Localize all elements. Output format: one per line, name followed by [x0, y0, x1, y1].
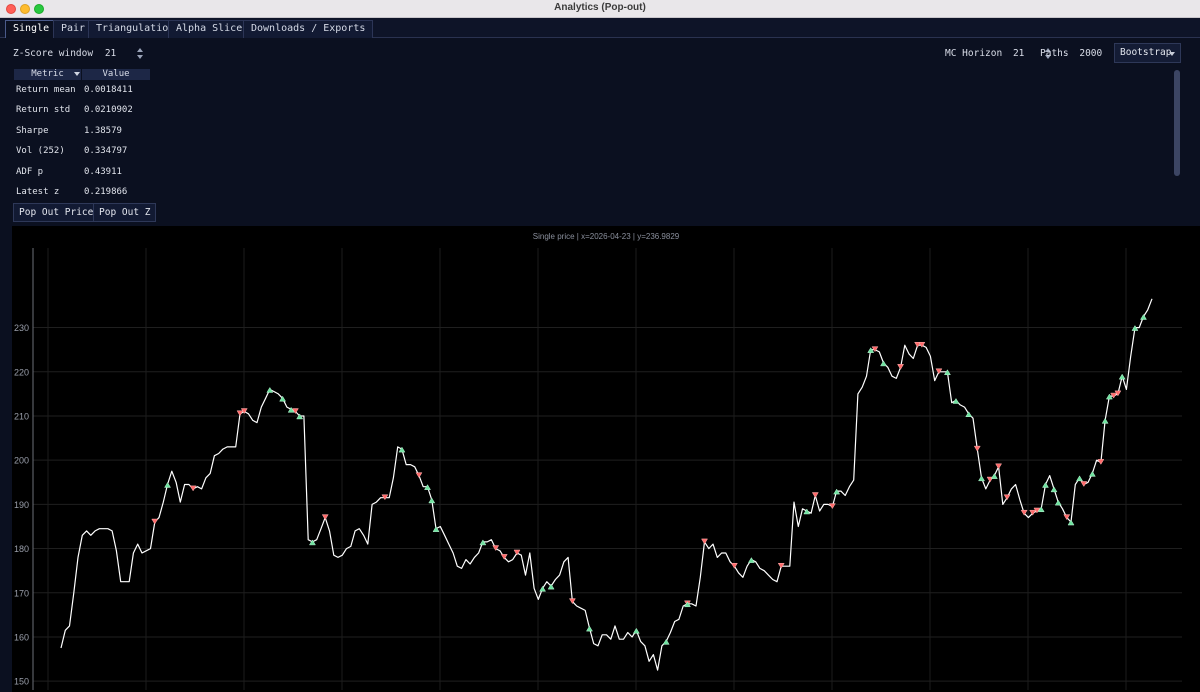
sell-signal-marker: [1003, 494, 1011, 501]
metric-value: 0.219866: [84, 187, 128, 197]
sell-signal-marker: [1063, 514, 1071, 521]
buy-signal-marker: [1088, 470, 1096, 477]
sell-signal-marker: [1020, 509, 1028, 516]
y-tick-label: 190: [14, 500, 29, 510]
metric-name: ADF p: [16, 167, 44, 177]
buy-signal-marker: [965, 411, 973, 417]
sell-signal-marker: [730, 562, 738, 569]
metric-name: Return std: [16, 105, 71, 115]
panel-scrollbar[interactable]: [1174, 70, 1180, 176]
buy-signal-marker: [539, 585, 547, 592]
value-column-header[interactable]: Value: [82, 69, 150, 80]
y-tick-label: 160: [14, 632, 29, 642]
sell-signal-marker: [897, 364, 905, 370]
metric-value: 0.0018411: [84, 85, 133, 95]
y-tick-label: 200: [14, 456, 29, 466]
buy-signal-marker: [880, 360, 887, 367]
paths-control: Paths 2000: [1040, 46, 1123, 62]
sell-signal-marker: [811, 492, 819, 499]
paths-input[interactable]: 2000: [1079, 48, 1102, 59]
sell-signal-marker: [321, 514, 329, 521]
metric-column-header[interactable]: Metric: [14, 69, 82, 80]
metric-value: 1.38579: [84, 126, 122, 136]
y-tick-label: 230: [14, 323, 29, 333]
buy-signal-marker: [428, 497, 436, 504]
buy-signal-marker: [164, 481, 171, 488]
mc-horizon-label: MC Horizon: [945, 48, 1003, 59]
sell-signal-marker: [973, 445, 981, 452]
pop-out-z-button[interactable]: Pop Out Z: [93, 203, 157, 222]
price-chart-plot[interactable]: 150 160 170 180 190 200 210 220 230: [12, 226, 1200, 692]
buy-signal-marker: [586, 625, 593, 632]
buy-signal-marker: [547, 583, 555, 590]
buy-signal-marker: [978, 475, 985, 482]
buy-signal-marker: [1118, 373, 1126, 380]
buy-signal-marker: [1067, 519, 1075, 526]
method-select-value: Bootstrap: [1120, 47, 1172, 58]
metric-value: 0.334797: [84, 146, 128, 156]
mc-horizon-control: MC Horizon 21: [945, 46, 1053, 62]
paths-label: Paths: [1040, 48, 1069, 59]
tab-single[interactable]: Single: [5, 20, 58, 38]
zscore-window-label: Z-Score window: [13, 48, 94, 59]
metrics-table-header: Metric Value: [14, 69, 150, 80]
sell-signal-marker: [415, 472, 423, 479]
buy-signal-marker: [1076, 475, 1083, 482]
buy-signal-marker: [1042, 481, 1049, 488]
sell-signal-marker: [995, 463, 1003, 470]
zscore-window-input[interactable]: 21: [105, 48, 116, 59]
tab-bar: Single Pair Triangulation Alpha Slices D…: [0, 18, 1200, 38]
metric-name: Sharpe: [16, 126, 49, 136]
buy-signal-marker: [1054, 499, 1062, 506]
sell-signal-marker: [568, 598, 576, 605]
window-titlebar: Analytics (Pop-out): [0, 0, 1200, 18]
y-tick-label: 150: [14, 677, 29, 687]
metric-value: 0.0210902: [84, 105, 133, 115]
zscore-window-spinner-icon[interactable]: [136, 48, 145, 59]
metric-name: Return mean: [16, 85, 76, 95]
zscore-window-control: Z-Score window 21: [13, 46, 145, 62]
buy-signal-marker: [1140, 314, 1147, 320]
y-tick-label: 170: [14, 588, 29, 598]
y-tick-label: 220: [14, 367, 29, 377]
mc-horizon-input[interactable]: 21: [1013, 48, 1024, 59]
panel-scrollbar-thumb[interactable]: [1174, 70, 1180, 176]
sort-desc-icon: [74, 72, 80, 76]
metric-name: Latest z: [16, 187, 60, 197]
metric-value: 0.43911: [84, 167, 122, 177]
window-title: Analytics (Pop-out): [554, 2, 646, 13]
sell-signal-marker: [500, 554, 508, 560]
buy-signal-marker: [1101, 417, 1109, 424]
sell-signal-marker: [151, 518, 159, 525]
metrics-table: Metric Value Return mean 0.0018411 Retur…: [14, 69, 150, 197]
y-tick-label: 210: [14, 411, 29, 421]
y-tick-label: 180: [14, 544, 29, 554]
method-select[interactable]: Bootstrap: [1114, 43, 1181, 63]
price-series-line: [60, 298, 1153, 671]
price-chart[interactable]: Single price | x=2026-04-23 | y=236.9829…: [12, 226, 1200, 692]
buy-signal-marker: [662, 638, 670, 645]
chevron-down-icon: [1169, 52, 1175, 56]
metric-name: Vol (252): [16, 146, 65, 156]
pop-out-price-button[interactable]: Pop Out Price: [13, 203, 100, 222]
buy-signal-marker: [1050, 486, 1058, 493]
buy-signal-marker: [990, 473, 998, 479]
buy-signal-marker: [279, 395, 287, 402]
tab-downloads-exports[interactable]: Downloads / Exports: [243, 20, 374, 38]
sell-signal-marker: [701, 538, 708, 545]
buy-signal-marker: [632, 627, 640, 634]
